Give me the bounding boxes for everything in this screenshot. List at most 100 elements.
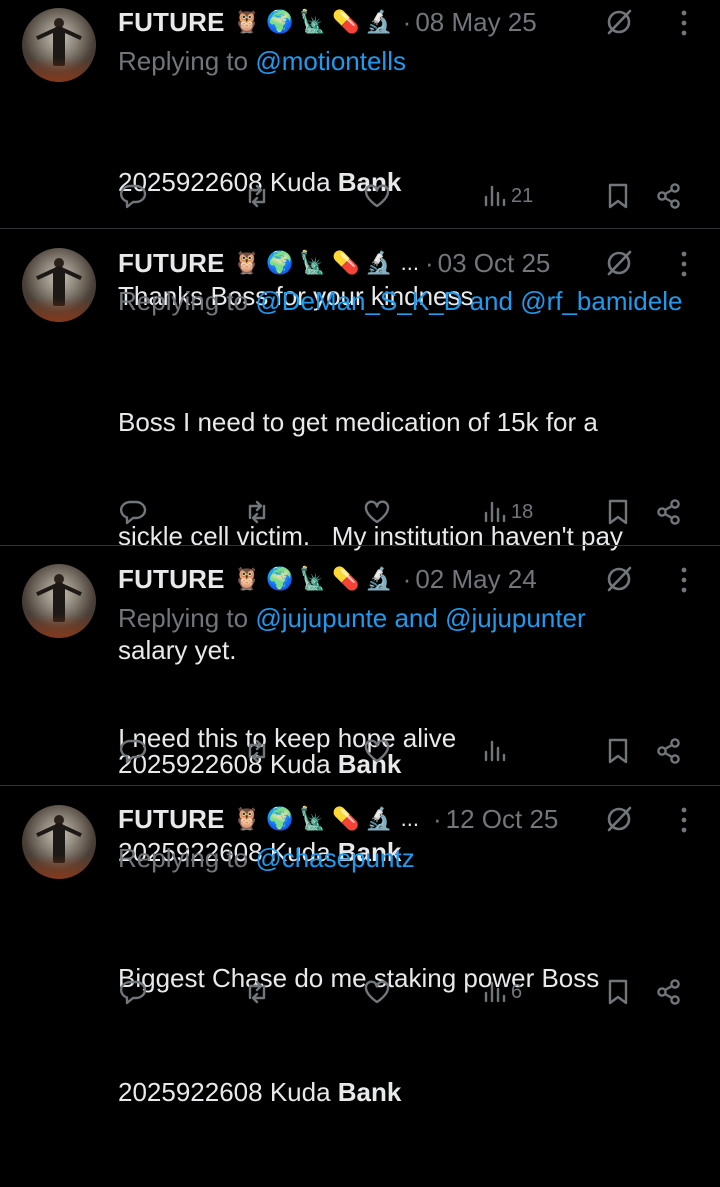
retweet-icon <box>248 500 266 524</box>
views-button[interactable]: 6 <box>483 975 522 1009</box>
name-ellipsis: ... <box>400 806 419 831</box>
action-bar <box>0 734 720 768</box>
retweet-button[interactable] <box>242 179 272 213</box>
views-icon <box>484 185 506 207</box>
reply-button[interactable] <box>118 734 148 768</box>
share-button[interactable] <box>655 734 683 768</box>
share-button[interactable] <box>655 179 683 213</box>
avatar[interactable] <box>22 248 96 322</box>
grok-icon[interactable] <box>603 563 635 595</box>
tweet[interactable]: FUTURE 🦉 🌍 🗽 💊 🔬 ... · 12 Oct 25 Replyin… <box>0 786 720 1107</box>
globe-emoji: 🌍 <box>265 9 294 34</box>
share-icon <box>657 183 680 209</box>
timestamp[interactable]: 08 May 25 <box>415 7 536 38</box>
retweet-button[interactable] <box>242 734 272 768</box>
views-icon <box>484 981 506 1003</box>
microscope-emoji: 🔬 <box>364 250 393 275</box>
microscope-emoji: 🔬 <box>364 9 393 34</box>
like-button[interactable] <box>362 495 392 529</box>
owl-emoji: 🦉 <box>232 9 261 34</box>
like-button[interactable] <box>362 975 392 1009</box>
bookmark-icon <box>608 738 628 764</box>
share-button[interactable] <box>655 495 683 529</box>
like-button[interactable] <box>362 734 392 768</box>
views-count: 21 <box>511 184 534 207</box>
action-bar: 21 <box>0 179 720 213</box>
reply-button[interactable] <box>118 975 148 1009</box>
name-ellipsis: ... <box>400 250 419 275</box>
replying-to: Replying to @motiontells <box>118 46 406 76</box>
display-name[interactable]: FUTURE <box>118 248 225 279</box>
action-bar: 18 <box>0 495 720 529</box>
statue-of-liberty-emoji: 🗽 <box>298 566 327 591</box>
avatar[interactable] <box>22 8 96 82</box>
statue-of-liberty-emoji: 🗽 <box>298 9 327 34</box>
reply-button[interactable] <box>118 495 148 529</box>
replying-to: Replying to @chasepuntz <box>118 843 415 873</box>
owl-emoji: 🦉 <box>232 566 261 591</box>
separator-dot: · <box>424 247 434 278</box>
globe-emoji: 🌍 <box>265 566 294 591</box>
display-name[interactable]: FUTURE <box>118 7 225 38</box>
replying-to: Replying to @DeMan_S_K_D and @rf_bamidel… <box>118 286 683 316</box>
bookmark-button[interactable] <box>605 734 631 768</box>
share-icon <box>657 738 680 764</box>
timestamp[interactable]: 12 Oct 25 <box>446 804 559 835</box>
globe-emoji: 🌍 <box>265 250 294 275</box>
retweet-button[interactable] <box>242 495 272 529</box>
avatar[interactable] <box>22 564 96 638</box>
retweet-button[interactable] <box>242 975 272 1009</box>
bookmark-button[interactable] <box>605 495 631 529</box>
like-icon <box>364 980 390 1004</box>
mention-link[interactable]: @chasepuntz <box>255 843 414 873</box>
pill-emoji: 💊 <box>331 566 360 591</box>
more-icon[interactable] <box>674 8 694 38</box>
avatar[interactable] <box>22 805 96 879</box>
views-button[interactable]: 18 <box>483 495 533 529</box>
separator-dot: · <box>432 803 442 834</box>
more-icon[interactable] <box>674 249 694 279</box>
pill-emoji: 💊 <box>331 250 360 275</box>
mention-link[interactable]: @DeMan_S_K_D and @rf_bamidele <box>255 286 682 316</box>
action-bar: 6 <box>0 975 720 1009</box>
reply-button[interactable] <box>118 179 148 213</box>
grok-icon[interactable] <box>603 6 635 38</box>
pill-emoji: 💊 <box>331 9 360 34</box>
views-icon <box>484 501 506 523</box>
reply-icon <box>119 500 147 525</box>
views-count: 6 <box>511 980 523 1003</box>
grok-icon[interactable] <box>603 803 635 835</box>
reply-icon <box>119 739 147 764</box>
tweet[interactable]: FUTURE 🦉 🌍 🗽 💊 🔬 · 08 May 25 Replying to… <box>0 0 720 311</box>
more-icon[interactable] <box>674 565 694 595</box>
grok-icon[interactable] <box>603 247 635 279</box>
microscope-emoji: 🔬 <box>364 806 393 831</box>
owl-emoji: 🦉 <box>232 806 261 831</box>
bookmark-button[interactable] <box>605 975 631 1009</box>
tweet[interactable]: FUTURE 🦉 🌍 🗽 💊 🔬 ... · 03 Oct 25 Replyin… <box>0 229 720 779</box>
share-button[interactable] <box>655 975 683 1009</box>
more-icon[interactable] <box>674 805 694 835</box>
tweet-text: Biggest Chase do me staking power Boss 2… <box>118 963 600 1107</box>
microscope-emoji: 🔬 <box>364 566 393 591</box>
retweet-icon <box>248 184 266 208</box>
display-name[interactable]: FUTURE <box>118 804 225 835</box>
display-name[interactable]: FUTURE <box>118 564 225 595</box>
views-button[interactable] <box>483 734 511 768</box>
share-icon <box>657 499 680 525</box>
bookmark-button[interactable] <box>605 179 631 213</box>
tweet[interactable]: FUTURE 🦉 🌍 🗽 💊 🔬 · 02 May 24 Replying to… <box>0 546 720 867</box>
mention-link[interactable]: @motiontells <box>255 46 406 76</box>
reply-icon <box>119 980 147 1005</box>
globe-emoji: 🌍 <box>265 806 294 831</box>
separator-dot: · <box>402 6 412 37</box>
views-button[interactable]: 21 <box>483 179 533 213</box>
timestamp[interactable]: 02 May 24 <box>415 564 536 595</box>
bookmark-icon <box>608 183 628 209</box>
statue-of-liberty-emoji: 🗽 <box>298 806 327 831</box>
like-icon <box>364 500 390 524</box>
mention-link[interactable]: @jujupunte and @jujupunter <box>255 603 585 633</box>
like-button[interactable] <box>362 179 392 213</box>
timestamp[interactable]: 03 Oct 25 <box>438 248 551 279</box>
bookmark-icon <box>608 499 628 525</box>
